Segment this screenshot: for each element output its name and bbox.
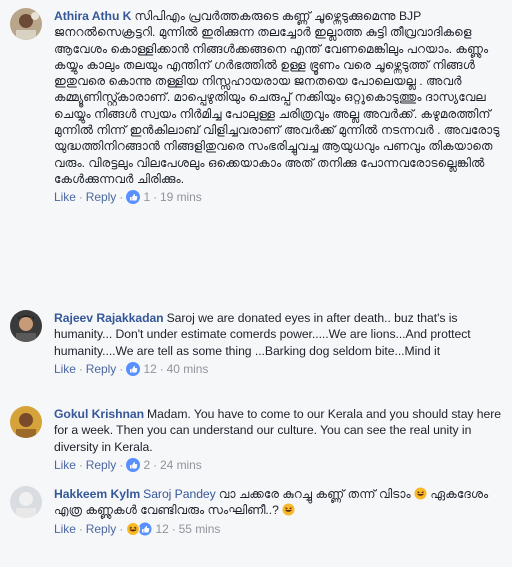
comment-author[interactable]: Rajeev Rajakkadan: [54, 311, 164, 325]
laughing-emoji-icon: [282, 503, 295, 516]
comment-author[interactable]: Hakkeem Kylm: [54, 487, 140, 501]
comment-actions: Like · Reply · 1 · 19 mins: [54, 190, 202, 205]
comment-body: Hakkeem Kylm Saroj Pandey വാ ചക്കരേ കുറച്ച…: [54, 486, 504, 537]
like-reaction-icon[interactable]: [126, 361, 141, 376]
like-reaction-icon[interactable]: [126, 190, 141, 205]
comment-timestamp[interactable]: 24 mins: [160, 458, 202, 472]
like-reaction-icon[interactable]: [126, 457, 141, 472]
comment-timestamp[interactable]: 19 mins: [160, 190, 202, 204]
reaction-count[interactable]: 12: [143, 362, 156, 376]
comment-text: സിപിഎം പ്രവർത്തകരുടെ കണ്ണ് ചൂഴ്ന്നെടുക്ക…: [54, 9, 500, 186]
reply-button[interactable]: Reply: [86, 362, 116, 376]
avatar[interactable]: [10, 8, 42, 40]
comment-body: Gokul Krishnan Madam. You have to come to…: [54, 406, 504, 473]
comment-actions: Like · Reply · 2 · 24 mins: [54, 457, 202, 472]
reply-button[interactable]: Reply: [86, 458, 116, 472]
reaction-count[interactable]: 1: [143, 190, 150, 204]
haha-like-reaction-icons[interactable]: [126, 521, 152, 536]
comment-thread: Athira Athu K സിപിഎം പ്രവർത്തകരുടെ കണ്ണ് …: [0, 0, 512, 567]
avatar[interactable]: [10, 406, 42, 438]
comment-timestamp[interactable]: 40 mins: [167, 362, 209, 376]
comment-text: വാ ചക്കരേ കുറച്ചു കണ്ണ് തന്ന് വിടാം: [218, 487, 411, 501]
comment-body: Athira Athu K സിപിഎം പ്രവർത്തകരുടെ കണ്ണ് …: [54, 8, 504, 205]
comment-author[interactable]: Athira Athu K: [54, 9, 131, 23]
like-button[interactable]: Like: [54, 362, 76, 376]
avatar[interactable]: [10, 310, 42, 342]
reaction-count[interactable]: 2: [143, 458, 150, 472]
reply-button[interactable]: Reply: [86, 190, 116, 204]
reaction-count[interactable]: 12: [155, 522, 168, 536]
reply-button[interactable]: Reply: [86, 522, 116, 536]
avatar[interactable]: [10, 486, 42, 518]
like-button[interactable]: Like: [54, 522, 76, 536]
like-button[interactable]: Like: [54, 190, 76, 204]
laughing-emoji-icon: [414, 487, 427, 500]
comment-actions: Like · Reply · 12 · 55 mins: [54, 521, 221, 536]
comment-actions: Like · Reply · 12 · 40 mins: [54, 361, 209, 376]
comment-author[interactable]: Gokul Krishnan: [54, 407, 144, 421]
comment-body: Rajeev Rajakkadan Saroj we are donated ey…: [54, 310, 504, 377]
mention-tag[interactable]: Saroj Pandey: [143, 487, 216, 501]
comment-timestamp[interactable]: 55 mins: [179, 522, 221, 536]
like-button[interactable]: Like: [54, 458, 76, 472]
